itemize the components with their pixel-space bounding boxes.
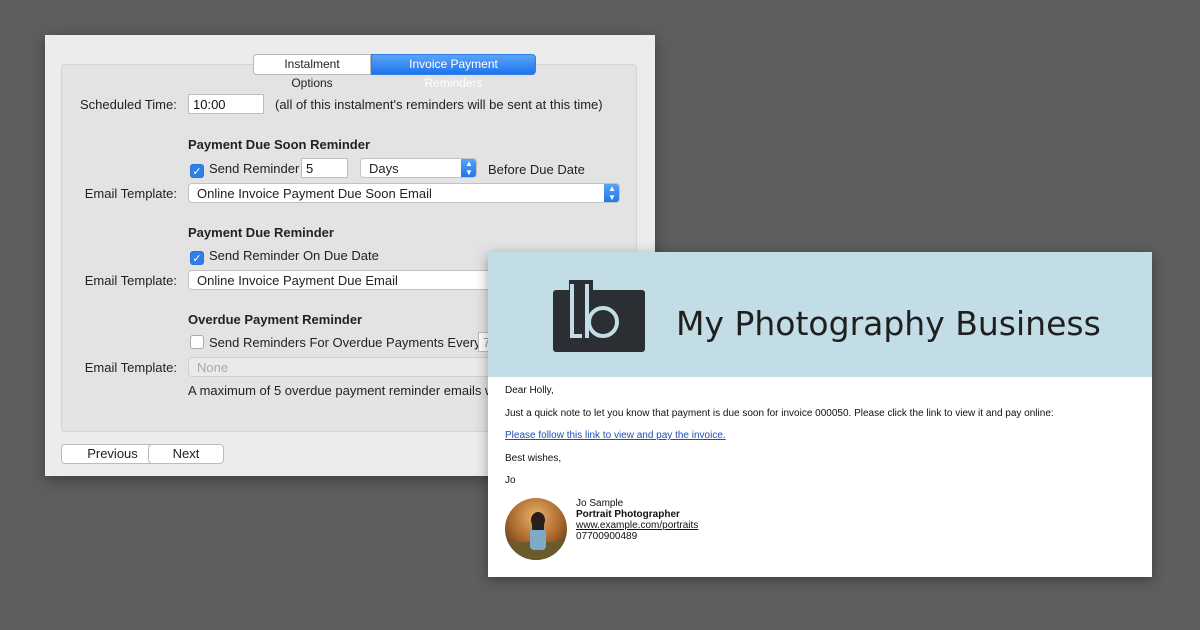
signature-name: Jo Sample — [576, 498, 624, 509]
due-soon-heading: Payment Due Soon Reminder — [188, 137, 371, 152]
email-sender-short: Jo — [505, 475, 516, 486]
tab-bar: Instalment Options Invoice Payment Remin… — [253, 54, 536, 90]
due-soon-unit-select[interactable]: Days ▲ ▼ — [360, 158, 477, 178]
due-checkbox-row[interactable]: ✓ Send Reminder On Due Date — [190, 248, 379, 265]
due-soon-checkbox-row[interactable]: ✓ Send Reminder — [190, 161, 299, 178]
due-soon-template-value: Online Invoice Payment Due Soon Email — [197, 186, 432, 201]
invoice-link[interactable]: Please follow this link to view and pay … — [505, 430, 726, 441]
email-body: Just a quick note to let you know that p… — [505, 408, 1054, 419]
chevron-updown-icon: ▲ ▼ — [604, 184, 619, 202]
overdue-checkbox[interactable] — [190, 335, 204, 349]
due-template-value: Online Invoice Payment Due Email — [197, 273, 398, 288]
overdue-checkbox-row[interactable]: Send Reminders For Overdue Payments Ever… — [190, 335, 481, 350]
due-soon-template-label: Email Template: — [84, 186, 177, 201]
due-soon-after-label: Before Due Date — [488, 162, 585, 177]
overdue-checkbox-label: Send Reminders For Overdue Payments Ever… — [209, 335, 481, 350]
overdue-heading: Overdue Payment Reminder — [188, 312, 363, 327]
signature-website-link[interactable]: www.example.com/portraits — [576, 520, 698, 531]
scheduled-time-note: (all of this instalment's reminders will… — [275, 97, 603, 112]
due-template-label: Email Template: — [84, 273, 177, 288]
due-soon-checkbox[interactable]: ✓ — [190, 164, 204, 178]
overdue-template-value: None — [197, 360, 229, 375]
overdue-template-label: Email Template: — [84, 360, 177, 375]
scheduled-time-input[interactable]: 10:00 — [188, 94, 264, 114]
scheduled-time-label: Scheduled Time: — [80, 97, 177, 112]
lb-logo-icon — [553, 280, 645, 352]
due-checkbox[interactable]: ✓ — [190, 251, 204, 265]
tab-instalment-options[interactable]: Instalment Options — [253, 54, 371, 90]
due-soon-unit-value: Days — [369, 161, 399, 176]
photographer-photo-icon — [505, 498, 567, 560]
signature-title: Portrait Photographer — [576, 509, 680, 520]
due-soon-days-input[interactable]: 5 — [301, 158, 348, 178]
avatar — [505, 498, 567, 560]
overdue-note: A maximum of 5 overdue payment reminder … — [188, 383, 495, 398]
email-preview: My Photography Business Dear Holly, Just… — [488, 252, 1152, 577]
email-greeting: Dear Holly, — [505, 385, 554, 396]
brand-name: My Photography Business — [676, 304, 1101, 343]
next-button[interactable]: Next — [148, 444, 224, 464]
email-closing: Best wishes, — [505, 453, 562, 464]
signature-phone: 07700900489 — [576, 531, 638, 542]
tab-invoice-payment-reminders[interactable]: Invoice Payment Reminders — [371, 54, 536, 90]
email-banner: My Photography Business — [488, 252, 1152, 377]
due-soon-checkbox-label: Send Reminder — [209, 161, 300, 176]
due-heading: Payment Due Reminder — [188, 225, 334, 240]
due-checkbox-label: Send Reminder On Due Date — [209, 248, 379, 263]
due-soon-template-select[interactable]: Online Invoice Payment Due Soon Email ▲ ▼ — [188, 183, 620, 203]
chevron-updown-icon: ▲ ▼ — [461, 159, 476, 177]
